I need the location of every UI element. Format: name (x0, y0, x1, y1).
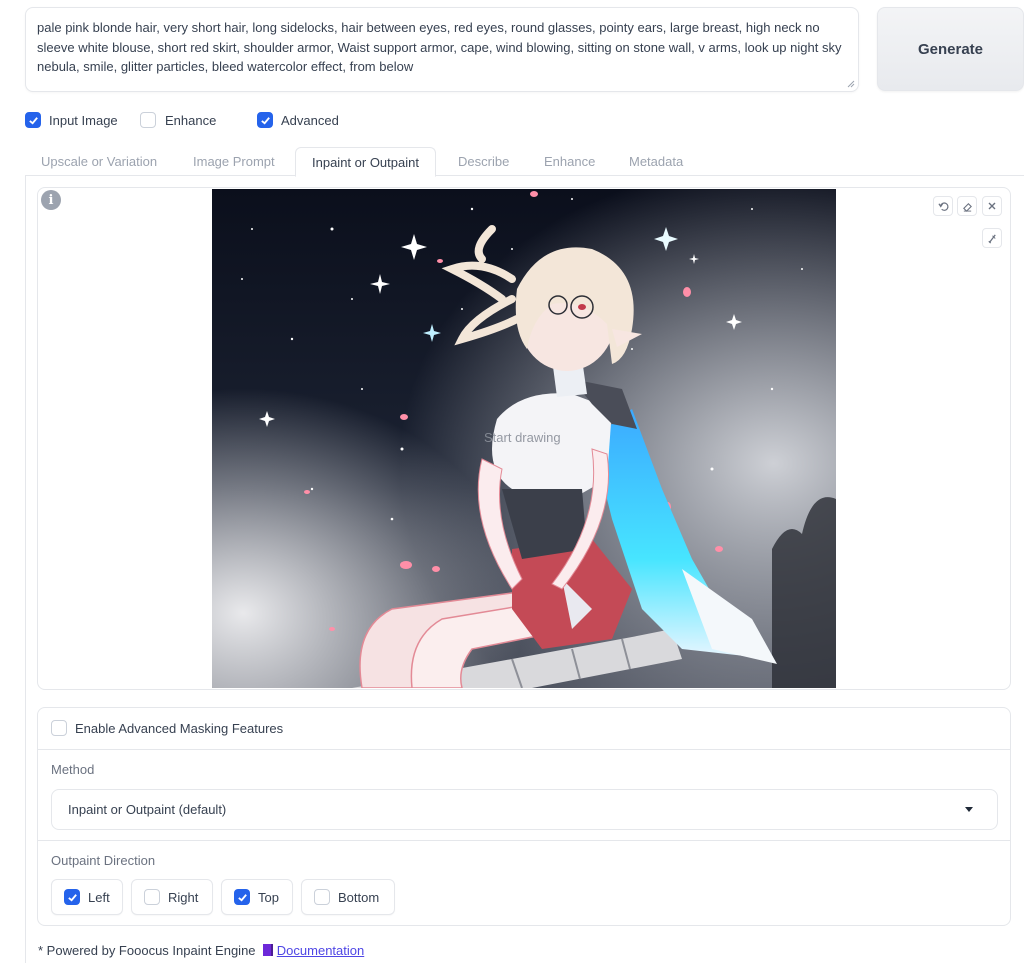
documentation-link[interactable]: Documentation (277, 943, 364, 958)
direction-bottom-checkbox[interactable] (314, 889, 330, 905)
check-icon (237, 893, 247, 902)
canvas-overlay-hint: Start drawing (484, 430, 561, 445)
advanced-label: Advanced (281, 112, 339, 128)
tab-image-prompt[interactable]: Image Prompt (177, 147, 291, 176)
info-icon[interactable]: i (41, 190, 61, 210)
close-icon[interactable] (982, 196, 1002, 216)
outpaint-direction-title: Outpaint Direction (51, 853, 156, 868)
direction-right-label: Right (168, 889, 199, 905)
direction-bottom-option[interactable]: Bottom (301, 879, 395, 915)
enhance-label: Enhance (165, 112, 217, 128)
footer-note: * Powered by Fooocus Inpaint Engine Docu… (38, 943, 364, 958)
direction-top-label: Top (258, 889, 279, 905)
advanced-option[interactable]: Advanced (257, 110, 339, 130)
chevron-down-icon (965, 807, 973, 812)
prompt-textarea[interactable]: pale pink blonde hair, very short hair, … (25, 7, 859, 92)
enhance-checkbox[interactable] (140, 112, 156, 128)
direction-right-option[interactable]: Right (131, 879, 213, 915)
book-icon (263, 944, 274, 956)
resize-grip-icon[interactable] (847, 80, 855, 88)
tab-enhance[interactable]: Enhance (528, 147, 611, 176)
brush-icon[interactable] (982, 228, 1002, 248)
tab-upscale-or-variation[interactable]: Upscale or Variation (25, 147, 173, 176)
direction-right-checkbox[interactable] (144, 889, 160, 905)
direction-top-option[interactable]: Top (221, 879, 293, 915)
check-icon (67, 893, 77, 902)
direction-left-checkbox[interactable] (64, 889, 80, 905)
direction-bottom-label: Bottom (338, 889, 380, 905)
tab-describe[interactable]: Describe (442, 147, 525, 176)
direction-left-option[interactable]: Left (51, 879, 123, 915)
tab-bar: Upscale or Variation Image Prompt Inpain… (25, 147, 1024, 177)
enhance-option[interactable]: Enhance (140, 110, 216, 130)
direction-top-checkbox[interactable] (234, 889, 250, 905)
input-image-option[interactable]: Input Image (25, 110, 118, 130)
enable-advanced-masking-checkbox[interactable] (51, 720, 67, 736)
direction-left-label: Left (88, 889, 110, 905)
divider (38, 840, 1010, 841)
divider (38, 749, 1010, 750)
method-select[interactable]: Inpaint or Outpaint (default) (51, 789, 998, 830)
check-icon (260, 116, 270, 125)
enable-advanced-masking-option[interactable]: Enable Advanced Masking Features (51, 720, 283, 736)
tab-metadata[interactable]: Metadata (613, 147, 699, 176)
method-select-value: Inpaint or Outpaint (default) (68, 802, 227, 817)
tab-inpaint-or-outpaint[interactable]: Inpaint or Outpaint (295, 147, 436, 177)
input-image-checkbox[interactable] (25, 112, 41, 128)
enable-advanced-masking-label: Enable Advanced Masking Features (75, 720, 284, 736)
method-title: Method (51, 762, 95, 777)
footer-text: * Powered by Fooocus Inpaint Engine (38, 943, 256, 958)
advanced-checkbox[interactable] (257, 112, 273, 128)
prompt-text: pale pink blonde hair, very short hair, … (37, 20, 842, 74)
generate-button[interactable]: Generate (877, 7, 1024, 91)
eraser-icon[interactable] (957, 196, 977, 216)
input-image-label: Input Image (49, 112, 118, 128)
check-icon (28, 116, 38, 125)
undo-icon[interactable] (933, 196, 953, 216)
